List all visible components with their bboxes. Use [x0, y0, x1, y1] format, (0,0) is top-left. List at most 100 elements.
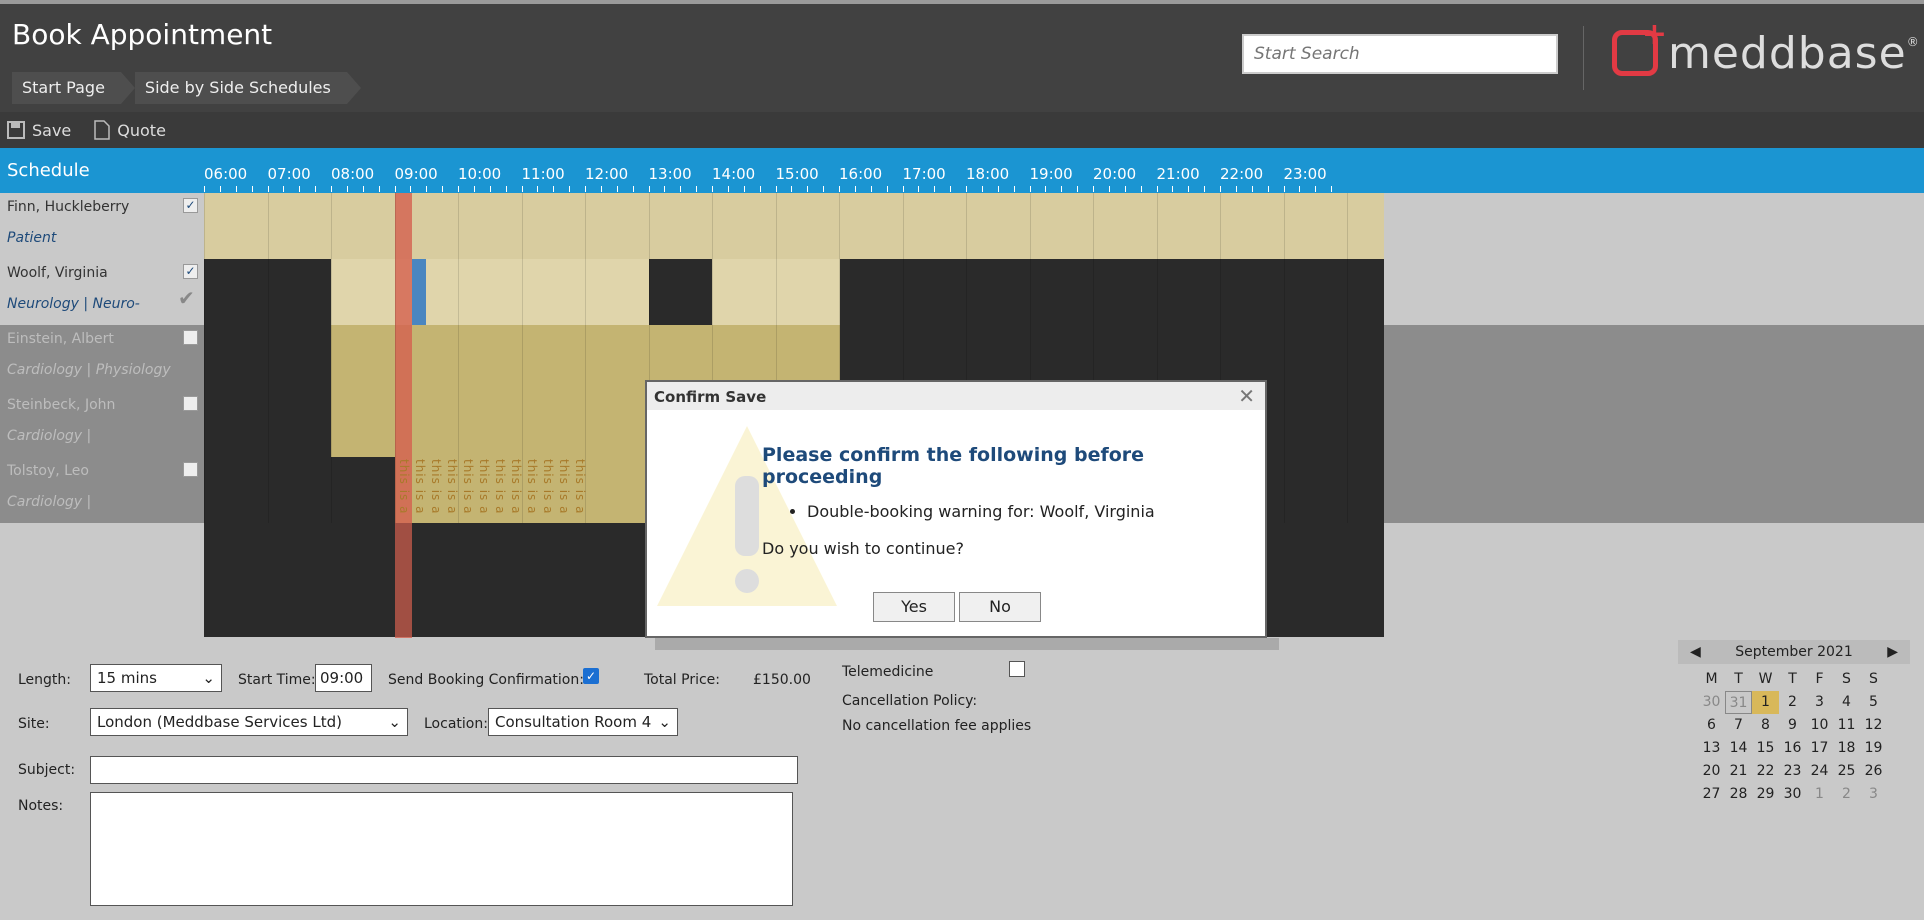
calendar-day[interactable]: 18 [1833, 737, 1860, 760]
logo-text: meddbase [1668, 27, 1907, 79]
breadcrumb-start-page[interactable]: Start Page [12, 72, 135, 104]
yes-button[interactable]: Yes [873, 592, 955, 622]
calendar-day[interactable]: 1 [1806, 783, 1833, 806]
calendar-day[interactable]: 3 [1806, 691, 1833, 714]
grid-line [1283, 193, 1285, 523]
calendar-day[interactable]: 27 [1698, 783, 1725, 806]
calendar-day[interactable]: 9 [1779, 714, 1806, 737]
calendar-day[interactable]: 21 [1725, 760, 1752, 783]
total-price-value: £150.00 [753, 672, 811, 688]
calendar-weekday: T [1734, 671, 1743, 687]
hour-tick [680, 186, 682, 192]
calendar-day[interactable]: 1 [1752, 691, 1779, 714]
hour-tick [1140, 186, 1142, 192]
calendar-day[interactable]: 24 [1806, 760, 1833, 783]
length-select[interactable]: 15 mins ⌄ [90, 664, 222, 692]
notes-textarea[interactable] [90, 792, 793, 906]
notes-label: Notes: [18, 798, 64, 814]
next-month-icon[interactable]: ▶ [1887, 644, 1898, 660]
hour-tick [1061, 186, 1063, 192]
resource-checkbox[interactable] [183, 396, 198, 411]
calendar-day[interactable]: 14 [1725, 737, 1752, 760]
hour-tick [966, 186, 967, 192]
calendar-day[interactable]: 30 [1779, 783, 1806, 806]
calendar-day[interactable]: 5 [1860, 691, 1887, 714]
calendar-day[interactable]: 3 [1860, 783, 1887, 806]
hour-tick [902, 186, 904, 192]
hour-label: 11:00 [521, 165, 565, 183]
location-select[interactable]: Consultation Room 4 ⌄ [488, 708, 678, 736]
breadcrumb-side-by-side[interactable]: Side by Side Schedules [134, 72, 361, 104]
location-value: Consultation Room 4 [495, 713, 652, 731]
calendar-day[interactable]: 13 [1698, 737, 1725, 760]
subject-input[interactable] [90, 756, 798, 784]
hour-tick [696, 186, 698, 192]
calendar-day[interactable]: 30 [1698, 691, 1725, 714]
calendar-day[interactable]: 26 [1860, 760, 1887, 783]
finn-availability[interactable] [204, 193, 1384, 259]
no-button[interactable]: No [959, 592, 1041, 622]
resource-checkbox[interactable] [183, 462, 198, 477]
hour-label: 08:00 [331, 165, 375, 183]
close-icon[interactable]: ✕ [1238, 384, 1255, 408]
calendar-day[interactable]: 28 [1725, 783, 1752, 806]
calendar-day[interactable]: 17 [1806, 737, 1833, 760]
calendar-day[interactable]: 11 [1833, 714, 1860, 737]
site-select[interactable]: London (Meddbase Services Ltd) ⌄ [90, 708, 408, 736]
calendar-day[interactable]: 10 [1806, 714, 1833, 737]
telemedicine-checkbox[interactable] [1009, 661, 1025, 677]
calendar-day[interactable]: 15 [1752, 737, 1779, 760]
prev-month-icon[interactable]: ◀ [1690, 644, 1701, 660]
hour-tick [394, 186, 396, 192]
search-input[interactable] [1242, 34, 1558, 74]
calendar-day[interactable]: 16 [1779, 737, 1806, 760]
hour-tick [918, 186, 920, 192]
mini-calendar: ◀ September 2021 ▶ M T W T F S S 30 31 1 2 3 4 5 6 7 8 9 1… [1678, 640, 1910, 820]
chevron-down-icon: ⌄ [658, 713, 671, 731]
resource-checkbox[interactable]: ✓ [183, 198, 198, 213]
calendar-day[interactable]: 7 [1725, 714, 1752, 737]
dialog-question: Do you wish to continue? [762, 539, 964, 558]
calendar-day[interactable]: 31 [1725, 691, 1752, 714]
calendar-day[interactable]: 8 [1752, 714, 1779, 737]
dialog-body: Please confirm the following before proc… [762, 444, 1242, 558]
hour-label: 22:00 [1220, 165, 1264, 183]
start-time-input[interactable]: 09:00 [315, 664, 372, 692]
hour-tick [1204, 186, 1206, 192]
calendar-day[interactable]: 25 [1833, 760, 1860, 783]
quote-button[interactable]: Quote [93, 120, 166, 140]
chevron-down-icon: ⌄ [202, 669, 215, 687]
dialog-list-item: Double-booking warning for: Woolf, Virgi… [807, 502, 1242, 521]
hour-tick [346, 186, 348, 192]
existing-booking[interactable] [412, 259, 426, 325]
calendar-day[interactable]: 12 [1860, 714, 1887, 737]
resource-checkbox[interactable]: ✓ [183, 264, 198, 279]
hour-tick [1220, 186, 1221, 192]
calendar-day[interactable]: 4 [1833, 691, 1860, 714]
hour-label: 13:00 [648, 165, 692, 183]
calendar-day[interactable]: 6 [1698, 714, 1725, 737]
grid-line [394, 193, 396, 523]
calendar-day[interactable]: 2 [1833, 783, 1860, 806]
confirm-save-dialog: Confirm Save ✕ Please confirm the follow… [645, 380, 1267, 638]
resource-checkbox[interactable] [183, 330, 198, 345]
calendar-day[interactable]: 22 [1752, 760, 1779, 783]
hour-tick [1235, 186, 1237, 192]
calendar-day[interactable]: 23 [1779, 760, 1806, 783]
resource-detail: Cardiology | Physiology [7, 362, 171, 378]
hour-tick [632, 186, 634, 192]
calendar-day[interactable]: 29 [1752, 783, 1779, 806]
hour-label: 09:00 [394, 165, 438, 183]
send-confirmation-checkbox[interactable]: ✓ [583, 668, 599, 684]
calendar-day[interactable]: 20 [1698, 760, 1725, 783]
hour-tick [1267, 186, 1269, 192]
hour-tick [521, 186, 523, 192]
hour-tick [1315, 186, 1317, 192]
hour-tick [1029, 186, 1031, 192]
hour-tick [315, 186, 317, 192]
calendar-day[interactable]: 2 [1779, 691, 1806, 714]
woolf-availability[interactable] [331, 259, 649, 325]
save-button[interactable]: Save [6, 120, 71, 140]
calendar-day[interactable]: 19 [1860, 737, 1887, 760]
hour-tick [1283, 186, 1285, 192]
